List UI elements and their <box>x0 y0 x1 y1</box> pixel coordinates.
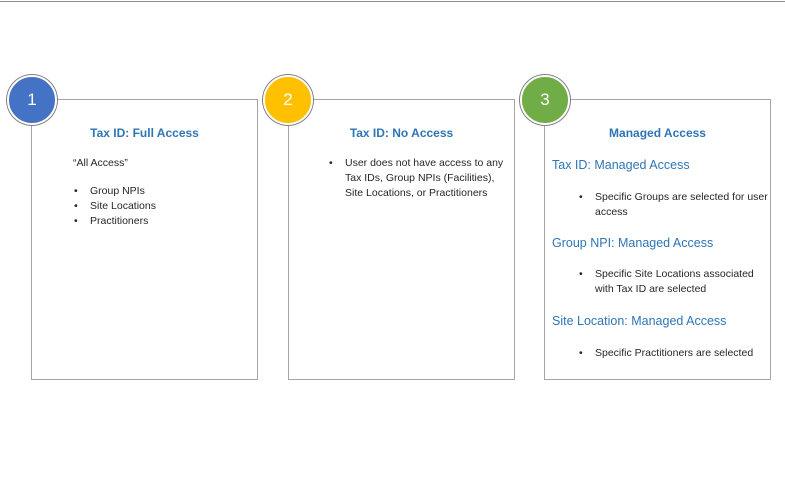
step-1-badge: 1 <box>7 75 57 125</box>
full-access-list: Group NPIs Site Locations Practitioners <box>73 184 156 229</box>
section-list: Specific Site Locations associated with … <box>578 267 768 297</box>
all-access-label: “All Access” <box>73 157 128 169</box>
section-heading: Tax ID: Managed Access <box>552 158 690 172</box>
list-item: User does not have access to any Tax IDs… <box>328 156 510 201</box>
card-title: Managed Access <box>609 126 706 140</box>
no-access-card: Tax ID: No Access User does not have acc… <box>288 99 515 380</box>
list-item: Site Locations <box>73 199 156 214</box>
managed-access-card: Managed Access Tax ID: Managed Access Sp… <box>544 99 771 380</box>
list-item: Practitioners <box>73 214 156 229</box>
list-item: Specific Practitioners are selected <box>578 346 768 361</box>
step-3-badge: 3 <box>520 75 570 125</box>
list-item: Group NPIs <box>73 184 156 199</box>
card-title: Tax ID: Full Access <box>90 126 199 140</box>
section-list: Specific Practitioners are selected <box>578 346 768 361</box>
full-access-card: Tax ID: Full Access “All Access” Group N… <box>31 99 258 380</box>
step-2-badge: 2 <box>263 75 313 125</box>
section-list: Specific Groups are selected for user ac… <box>578 190 768 220</box>
list-item: Specific Site Locations associated with … <box>578 267 768 297</box>
section-heading: Group NPI: Managed Access <box>552 236 714 250</box>
top-divider <box>0 1 785 2</box>
list-item: Specific Groups are selected for user ac… <box>578 190 768 220</box>
card-title: Tax ID: No Access <box>349 126 454 140</box>
section-heading: Site Location: Managed Access <box>552 314 727 328</box>
no-access-list: User does not have access to any Tax IDs… <box>328 156 510 201</box>
